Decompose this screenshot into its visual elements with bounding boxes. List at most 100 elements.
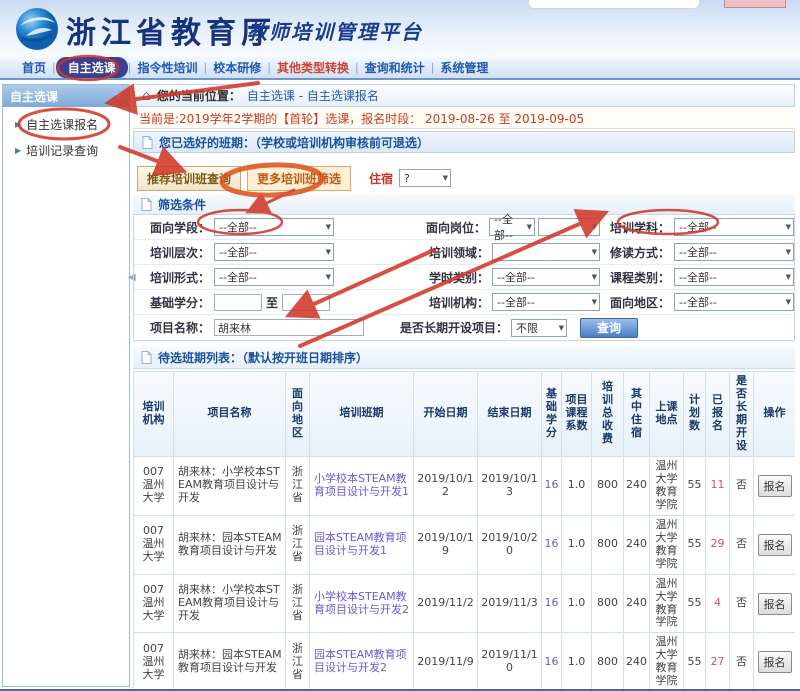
cell-end-date: 2019/11/3	[478, 574, 542, 634]
apply-button[interactable]: 报名	[757, 651, 792, 674]
sessions-table: 培训机构 项目名称 面向地区 培训班期 开始日期 结束日期 基础学分 项目课程系…	[133, 371, 795, 689]
cutoff-button	[724, 0, 786, 8]
table-row: 007温州大学 胡来林：园本STEAM教育项目设计与开发 浙江省 园本STEAM…	[134, 633, 795, 689]
cutoff-widget	[528, 0, 700, 9]
course-category-select[interactable]: --全部-- ▼	[674, 268, 794, 286]
session-link[interactable]: 园本STEAM教育项目设计与开发1	[310, 515, 414, 575]
table-row: 007温州大学 胡来林：小学校本STEAM教育项目设计与开发 浙江省 小学校本S…	[134, 574, 795, 634]
region-select[interactable]: --全部-- ▼	[674, 293, 794, 311]
list-section-header: 待选班期列表：（默认按开班日期排序）	[133, 347, 795, 369]
sidebar-item-enroll[interactable]: ▶ 自主选课报名	[3, 107, 129, 133]
cell-org: 007温州大学	[134, 633, 174, 689]
long-term-select[interactable]: 不限 ▼	[511, 318, 567, 337]
training-form-select[interactable]: --全部-- ▼	[214, 268, 334, 286]
apply-button[interactable]: 报名	[757, 533, 792, 556]
breadcrumb: ⌂ 您的当前位置： 自主选课 - 自主选课报名	[133, 84, 795, 107]
cell-project: 胡来林：园本STEAM教育项目设计与开发	[174, 515, 286, 575]
app-window: 浙江省教育厅 教师培训管理平台 首页 自主选课 指令性培训 校本研修 其他类型转…	[0, 0, 800, 691]
apply-button[interactable]: 报名	[757, 474, 792, 497]
table-row: 007温州大学 胡来林：小学校本STEAM教育项目设计与开发 浙江省 小学校本S…	[134, 456, 795, 516]
search-button[interactable]: 查询	[580, 317, 638, 338]
org-title: 浙江省教育厅	[66, 16, 276, 51]
credits-link[interactable]: 16	[542, 633, 562, 689]
col-header: 培训机构	[134, 372, 174, 457]
cell-long-term: 否	[730, 574, 754, 634]
nav-item-query-stats[interactable]: 查询和统计	[359, 58, 431, 77]
filter-form: 面向学段： --全部-- ▼ 面向岗位： --全部-- ▼ ▼ 培训学科： --全部…	[133, 213, 795, 341]
post-sub-select[interactable]: ▼	[538, 218, 600, 236]
col-header: 面向地区	[286, 372, 310, 457]
cell-enrolled: 29	[706, 515, 730, 575]
nav-item-home[interactable]: 首页	[16, 58, 52, 77]
credits-link[interactable]: 16	[542, 574, 562, 634]
home-icon: ⌂	[142, 87, 151, 104]
cell-region: 浙江省	[286, 574, 310, 634]
chevron-down-icon: ▼	[591, 248, 597, 256]
project-name-input[interactable]	[214, 319, 364, 336]
label-project-name: 项目名称：	[149, 321, 210, 335]
tab-recommend-query[interactable]: 推荐培训班查询	[137, 165, 242, 191]
chevron-down-icon: ▼	[325, 223, 331, 231]
table-row: 007温州大学 胡来林：园本STEAM教育项目设计与开发 浙江省 园本STEAM…	[134, 515, 795, 575]
breadcrumb-path[interactable]: 自主选课 - 自主选课报名	[247, 87, 379, 104]
study-mode-select[interactable]: --全部-- ▼	[674, 243, 794, 261]
cell-coeff: 1.0	[562, 633, 592, 689]
cell-long-term: 否	[730, 456, 754, 516]
cell-fee: 800	[592, 515, 624, 575]
sidebar-item-records[interactable]: ▶ 培训记录查询	[3, 133, 129, 159]
tabs-row: 推荐培训班查询 更多培训班筛选 住宿 ? ▼	[133, 165, 795, 191]
post-select[interactable]: --全部-- ▼	[489, 213, 535, 242]
session-link[interactable]: 小学校本STEAM教育项目设计与开发2	[310, 574, 414, 634]
chevron-down-icon: ▼	[325, 273, 331, 281]
cell-location: 温州大学教育学院	[650, 456, 684, 516]
sidebar-item-label: 自主选课报名	[26, 118, 99, 132]
chevron-down-icon: ▼	[785, 273, 791, 281]
tab-more-filter[interactable]: 更多培训班筛选	[247, 165, 352, 191]
chevron-down-icon: ▼	[526, 223, 532, 231]
cell-project: 胡来林：小学校本STEAM教育项目设计与开发	[174, 574, 286, 634]
cell-coeff: 1.0	[562, 456, 592, 516]
col-header: 培训总收费	[592, 372, 624, 457]
cell-org: 007温州大学	[134, 456, 174, 516]
filter-row: 基础学分： 至 培训机构： --全部-- ▼ 面向地区： --全部-- ▼	[134, 290, 794, 315]
document-icon	[141, 198, 152, 211]
credits-link[interactable]: 16	[542, 515, 562, 575]
lodging-select[interactable]: ? ▼	[399, 169, 452, 187]
training-field-select[interactable]: ▼	[492, 243, 600, 261]
col-header: 结束日期	[478, 372, 542, 457]
cell-enrolled: 4	[706, 574, 730, 634]
school-stage-select[interactable]: --全部-- ▼	[214, 218, 334, 236]
sidebar-header[interactable]: 自主选课 »	[3, 85, 129, 107]
filter-row: 项目名称： 是否长期开设项目： 不限▼ 查询	[134, 315, 794, 340]
credits-max-input[interactable]	[282, 293, 331, 311]
institution-select[interactable]: --全部-- ▼	[492, 293, 600, 311]
collapse-icon[interactable]: »	[112, 92, 125, 99]
credits-link[interactable]: 16	[542, 456, 562, 516]
lodging-label: 住宿	[369, 171, 394, 186]
cell-enrolled: 11	[706, 456, 730, 516]
apply-button[interactable]: 报名	[757, 592, 792, 615]
nav-item-school-research[interactable]: 校本研修	[207, 58, 267, 77]
cell-lodging: 240	[624, 574, 650, 634]
selected-section-header: 您已选好的班期：（学校或培训机构审核前可退选）	[133, 131, 795, 153]
cell-project: 胡来林：园本STEAM教育项目设计与开发	[174, 633, 286, 689]
cell-planned: 55	[684, 633, 706, 689]
col-header: 是否长期开设	[730, 372, 754, 457]
session-link[interactable]: 小学校本STEAM教育项目设计与开发1	[310, 456, 414, 516]
nav-item-system[interactable]: 系统管理	[434, 58, 494, 77]
credits-min-input[interactable]	[214, 293, 262, 311]
cell-coeff: 1.0	[562, 574, 592, 634]
hours-category-select[interactable]: --全部-- ▼	[492, 268, 600, 286]
platform-title: 教师培训管理平台	[247, 20, 423, 44]
subject-select[interactable]: --全部-- ▼	[674, 218, 794, 236]
training-level-select[interactable]: --全部-- ▼	[214, 243, 334, 261]
label-training-level: 培训层次：	[149, 245, 210, 260]
nav-item-directive-training[interactable]: 指令性培训	[131, 58, 203, 77]
session-link[interactable]: 园本STEAM教育项目设计与开发2	[310, 633, 414, 689]
nav-item-self-course[interactable]: 自主选课	[55, 57, 128, 78]
nav-item-other-type[interactable]: 其他类型转换	[271, 58, 355, 77]
label-subject: 培训学科：	[609, 220, 670, 235]
round-notice: 当前是:2019学年2学期的【首轮】选课，报名时段： 2019-08-26 至 …	[133, 108, 795, 129]
cell-region: 浙江省	[286, 456, 310, 516]
triangle-right-icon: ▶	[15, 146, 22, 155]
